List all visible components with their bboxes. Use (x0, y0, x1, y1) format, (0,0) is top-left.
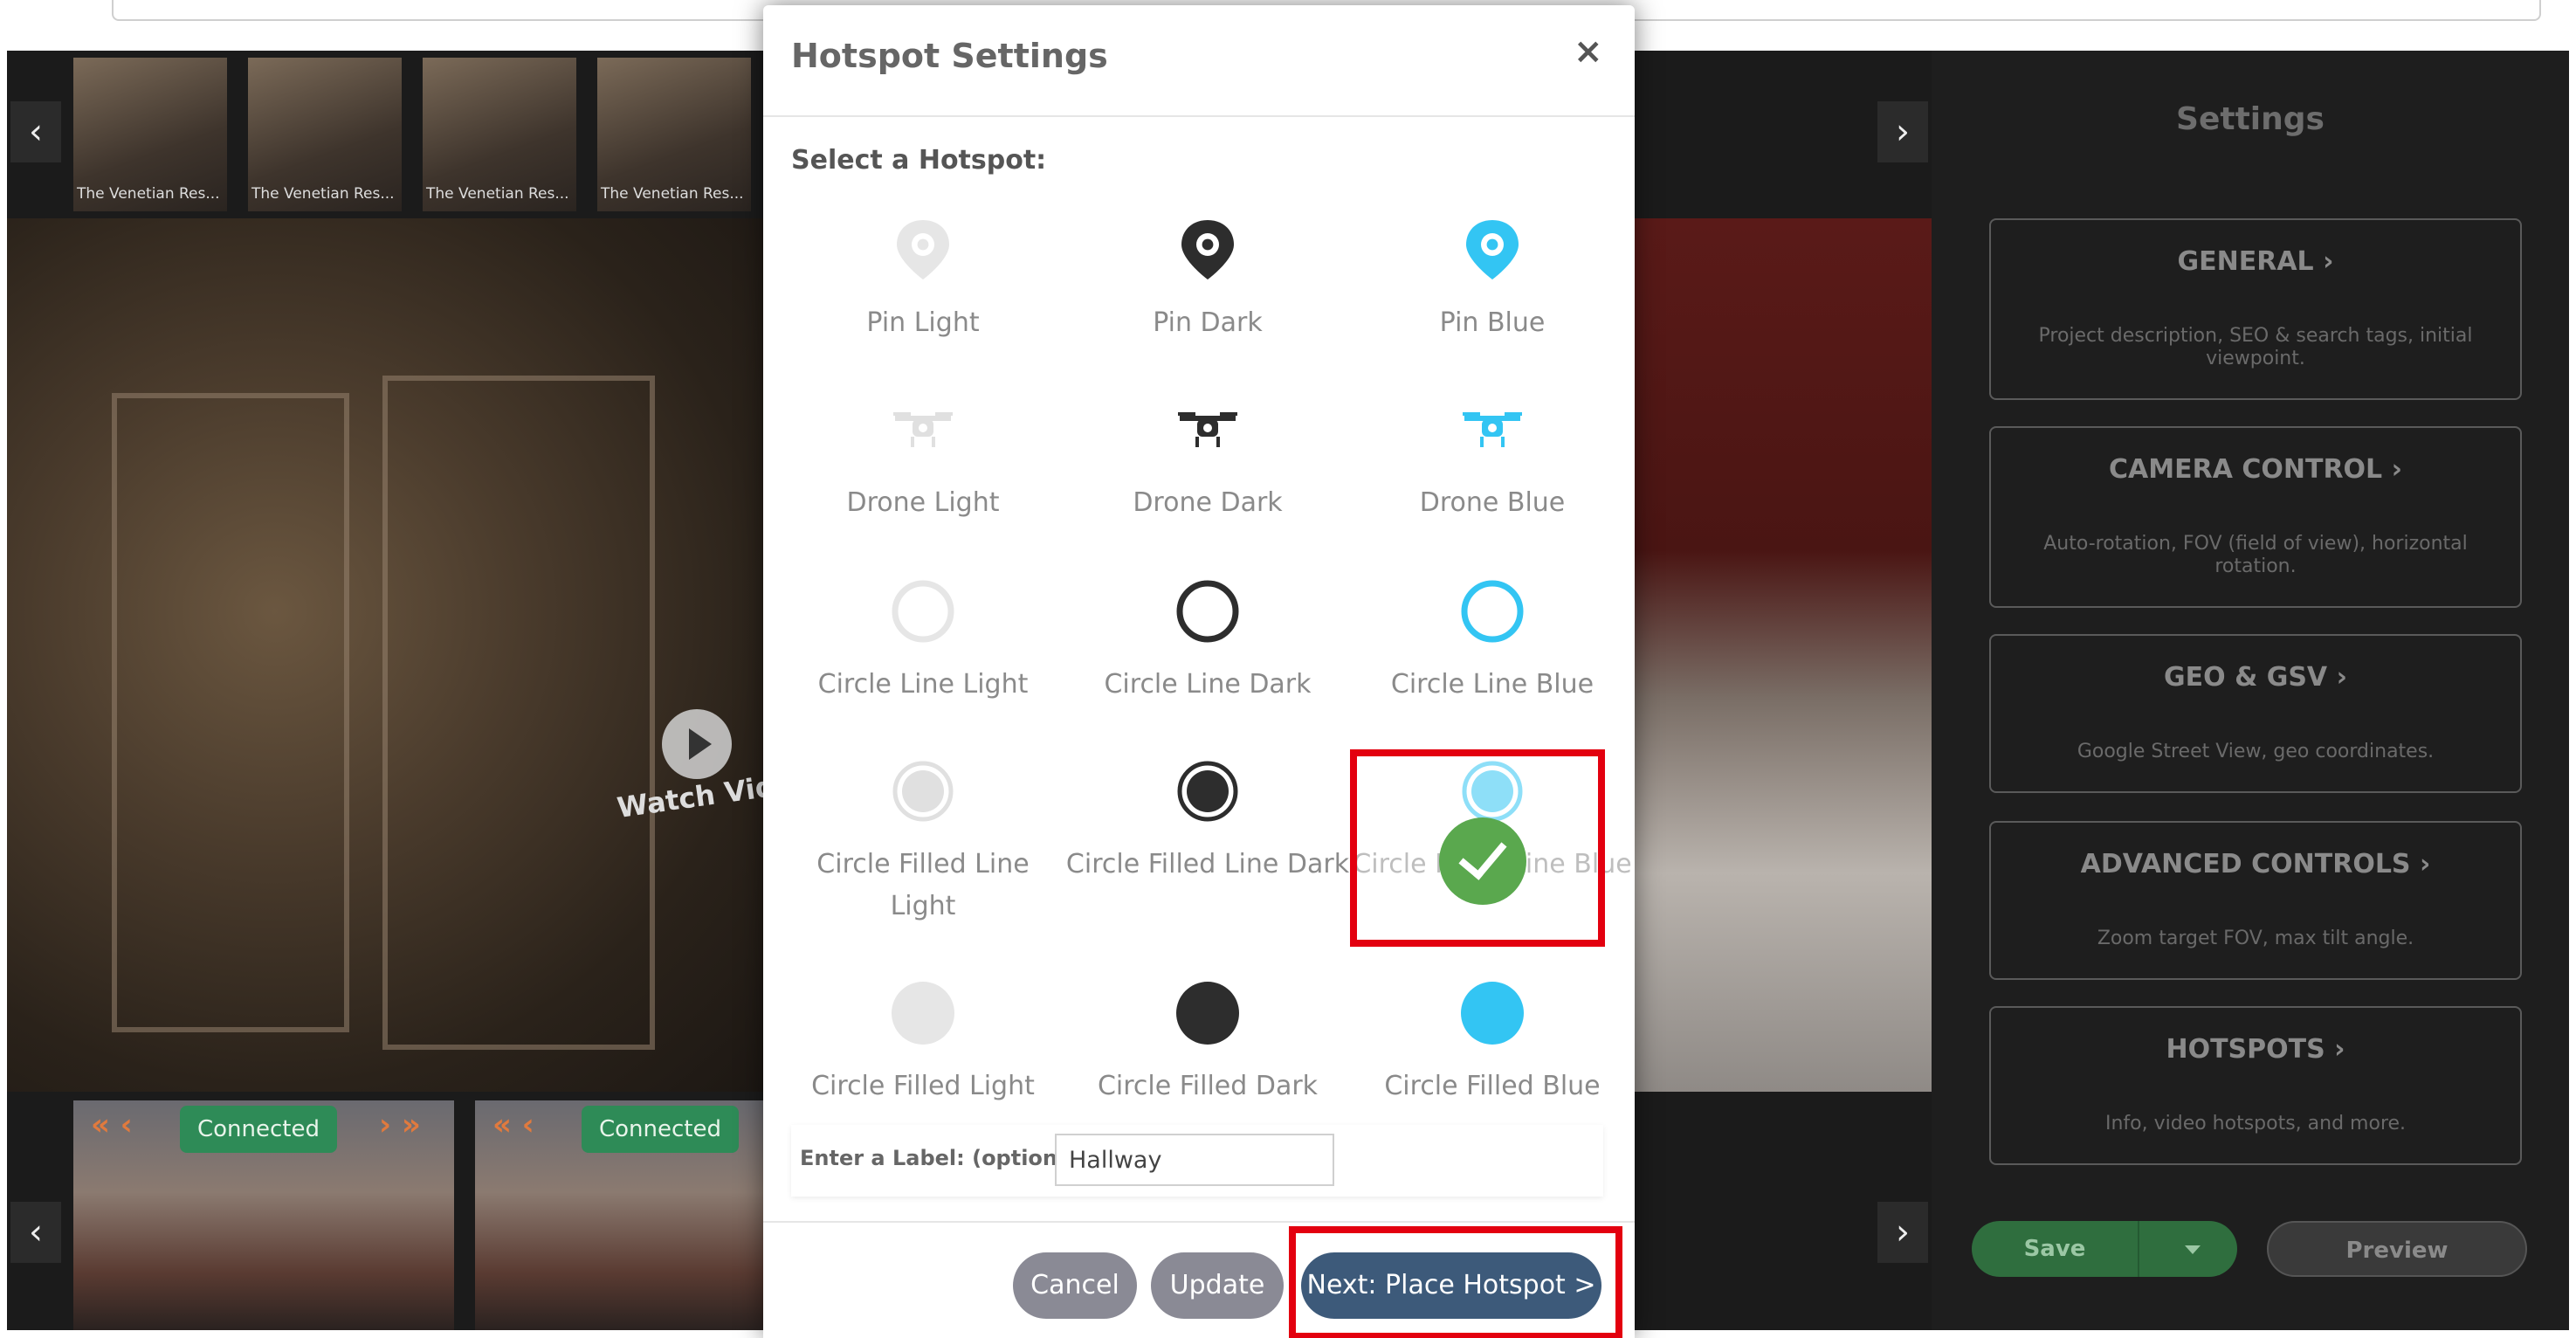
scene-thumbnail[interactable]: The Venetian Res... (423, 58, 576, 211)
card-description: Google Street View, geo coordinates. (2077, 741, 2435, 762)
chevron-left-icon[interactable]: « ‹ (492, 1107, 534, 1142)
hotspot-option-label: Drone Blue (1419, 487, 1566, 518)
drone-icon (1463, 412, 1522, 447)
hotspot-option-label: Circle Filled Dark (1097, 1071, 1319, 1101)
bottom-next-arrow-icon[interactable]: › (1877, 1202, 1928, 1263)
scene-thumbnail[interactable]: The Venetian Res... (248, 58, 402, 211)
hotspot-option-label: Pin Dark (1153, 307, 1263, 338)
hotspot-option[interactable]: Pin Dark (1065, 215, 1350, 390)
save-button[interactable]: Save (1972, 1221, 2237, 1277)
modal-title: Hotspot Settings (791, 37, 1108, 75)
hotspot-option[interactable]: Pin Light (781, 215, 1065, 390)
hotspot-option-label: Circle Filled Light (811, 1071, 1035, 1101)
connected-dropdown[interactable]: Connected (582, 1106, 740, 1153)
hotspot-option-label: Circle Filled Line Dark (1065, 849, 1350, 879)
card-title: GEO & GSV › (2164, 662, 2347, 693)
hotspot-option[interactable]: Drone Dark (1065, 395, 1350, 569)
bottom-prev-arrow-icon[interactable]: ‹ (10, 1202, 61, 1263)
hotspot-option[interactable]: Drone Blue (1350, 395, 1635, 569)
card-title: GENERAL › (2177, 246, 2334, 277)
card-title: HOTSPOTS › (2166, 1034, 2345, 1065)
wall-panel-decoration (382, 376, 655, 1050)
thumbs-next-arrow-icon[interactable]: › (1877, 101, 1928, 162)
label-prompt: Enter a Label: (optional) (800, 1146, 1089, 1170)
circle-line-icon (1461, 580, 1524, 643)
scene-thumbnail[interactable]: The Venetian Res... (597, 58, 751, 211)
circle-filled-line-icon (892, 761, 954, 822)
pin-icon (897, 220, 949, 279)
drone-icon (1178, 412, 1237, 447)
save-divider (2138, 1221, 2139, 1277)
card-title: CAMERA CONTROL › (2109, 454, 2402, 485)
preview-button[interactable]: Preview (2267, 1221, 2527, 1277)
card-title: ADVANCED CONTROLS › (2080, 849, 2431, 879)
card-description: Zoom target FOV, max tilt angle. (2097, 928, 2414, 949)
card-description: Auto-rotation, FOV (field of view), hori… (2043, 533, 2468, 577)
hotspot-option-label: Drone Dark (1133, 487, 1283, 518)
panorama-left-view (7, 218, 772, 1092)
settings-advanced-controls-card[interactable]: ADVANCED CONTROLS › Zoom target FOV, max… (1989, 821, 2522, 980)
settings-geo-gsv-card[interactable]: GEO & GSV › Google Street View, geo coor… (1989, 634, 2522, 793)
panorama-right-view (1633, 218, 1932, 1092)
hotspot-option[interactable]: Drone Light (781, 395, 1065, 569)
hotspot-option-label: Circle Filled Line Light (816, 849, 1030, 921)
hotspot-option[interactable]: Circle Filled Line Light (781, 756, 1065, 931)
next-button-highlight (1289, 1226, 1622, 1338)
circle-filled-icon (892, 982, 954, 1045)
settings-camera-control-card[interactable]: CAMERA CONTROL › Auto-rotation, FOV (fie… (1989, 426, 2522, 608)
wall-panel-decoration (112, 393, 349, 1032)
hotspot-settings-modal: Hotspot Settings × Select a Hotspot: Pin… (763, 5, 1635, 1338)
card-description: Info, video hotspots, and more. (2104, 1113, 2407, 1135)
hotspot-option[interactable]: Circle Line Dark (1065, 576, 1350, 751)
hotspot-option[interactable]: Circle Filled Line Dark (1065, 756, 1350, 931)
hotspot-option[interactable]: Circle Line Light (781, 576, 1065, 751)
linked-scene-thumbnail[interactable]: « ‹ Connected › » (73, 1100, 454, 1330)
hotspot-option-label: Pin Blue (1439, 307, 1546, 338)
hotspot-option-label: Drone Light (846, 487, 1000, 518)
circle-line-icon (892, 580, 954, 643)
save-label: Save (2023, 1236, 2086, 1262)
divider (763, 1221, 1635, 1223)
hotspot-option-label: Circle Line Blue (1390, 669, 1595, 700)
chevron-left-icon[interactable]: « ‹ (91, 1107, 133, 1142)
divider (763, 115, 1635, 117)
circle-filled-line-icon (1177, 761, 1238, 822)
circle-filled-icon (1461, 982, 1524, 1045)
play-video-icon[interactable] (662, 709, 732, 779)
check-icon (1439, 817, 1526, 905)
settings-title: Settings (2176, 101, 2325, 137)
settings-panel: Settings GENERAL › Project description, … (1932, 51, 2569, 1330)
select-hotspot-label: Select a Hotspot: (791, 145, 1047, 176)
pin-icon (1466, 220, 1519, 279)
hotspot-option-label: Circle Line Dark (1104, 669, 1312, 700)
settings-hotspots-card[interactable]: HOTSPOTS › Info, video hotspots, and mor… (1989, 1006, 2522, 1165)
hotspot-option[interactable]: Pin Blue (1350, 215, 1635, 390)
circle-line-icon (1176, 580, 1239, 643)
close-icon[interactable]: × (1574, 31, 1603, 72)
hotspot-option[interactable]: Circle Line Blue (1350, 576, 1635, 751)
hotspot-option-label: Pin Light (866, 307, 980, 338)
card-description: Project description, SEO & search tags, … (2038, 325, 2473, 369)
circle-filled-icon (1176, 982, 1239, 1045)
hotspot-option-label: Circle Filled Blue (1384, 1071, 1601, 1101)
pin-icon (1181, 220, 1234, 279)
update-button[interactable]: Update (1151, 1252, 1284, 1319)
thumbs-prev-arrow-icon[interactable]: ‹ (10, 101, 61, 162)
connected-dropdown[interactable]: Connected (180, 1106, 338, 1153)
hotspot-label-input[interactable] (1055, 1134, 1334, 1186)
settings-general-card[interactable]: GENERAL › Project description, SEO & sea… (1989, 218, 2522, 400)
drone-icon (893, 412, 953, 447)
cancel-button[interactable]: Cancel (1013, 1252, 1137, 1319)
hotspot-option-label: Circle Line Light (817, 669, 1029, 700)
label-row: Enter a Label: (optional) (791, 1125, 1603, 1197)
chevron-right-icon[interactable]: › » (379, 1107, 421, 1142)
chevron-down-icon[interactable] (2185, 1245, 2201, 1254)
scene-thumbnail[interactable]: The Venetian Res... (73, 58, 227, 211)
